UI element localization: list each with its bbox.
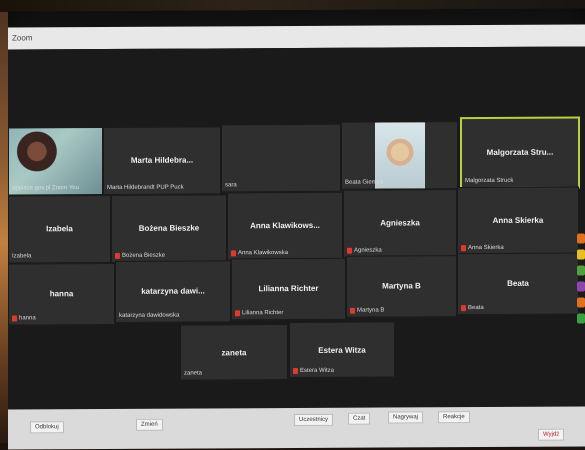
- participant-name: Beata: [507, 278, 529, 289]
- share-screen-button[interactable]: Zmień: [136, 418, 163, 431]
- participant-tile[interactable]: Martyna B Martyna B: [346, 255, 457, 318]
- monitor-screen: Zoom opplace.gov.pl Zoom You Marta Hilde…: [8, 8, 585, 450]
- app-icon[interactable]: [577, 297, 585, 308]
- participant-name: Anna Klawikows...: [250, 220, 320, 230]
- participant-name: Anna Skierka: [492, 215, 544, 225]
- app-icon[interactable]: [577, 313, 585, 324]
- muted-mic-icon: [12, 315, 17, 322]
- participant-name: Agnieszka: [380, 218, 420, 228]
- participant-name: Martyna B: [382, 281, 421, 291]
- muted-mic-icon: [231, 250, 236, 257]
- participant-label: Martyna B: [350, 308, 384, 314]
- participant-label: zaneta: [184, 370, 203, 377]
- muted-mic-icon: [293, 367, 298, 375]
- participant-tile[interactable]: Anna Skierka Anna Skierka: [457, 186, 579, 256]
- window-titlebar: Zoom: [8, 24, 585, 50]
- participant-tile[interactable]: Izabela Izabela: [8, 194, 111, 264]
- participant-tile-active[interactable]: Malgorzata Stru... Malgorzata Struck: [460, 116, 580, 190]
- chat-button[interactable]: Czat: [348, 412, 371, 425]
- participant-name: zaneta: [221, 347, 247, 358]
- participant-label: Izabela: [12, 253, 32, 260]
- participant-name: Malgorzata Stru...: [486, 147, 554, 157]
- participant-label: Anna Skierka: [461, 245, 504, 252]
- participant-label: Beata Giemza: [345, 179, 384, 186]
- participant-label: Lilianna Richter: [235, 310, 283, 317]
- participant-tile[interactable]: Estera Witza Estera Witza: [289, 321, 395, 379]
- muted-mic-icon: [461, 305, 466, 312]
- meeting-toolbar: Odblokuj Zmień Uczestnicy Czat Nagrywaj …: [8, 406, 585, 450]
- participant-tile[interactable]: hanna hanna: [8, 262, 115, 326]
- participant-tile[interactable]: Beata Beata: [457, 252, 579, 316]
- window-title: Zoom: [12, 33, 33, 43]
- app-icon[interactable]: [577, 249, 585, 260]
- participant-label: Estera Witza: [293, 367, 334, 375]
- participant-label: katarzyna dawidowska: [119, 312, 180, 319]
- participant-tile[interactable]: Marta Hildebra... Marta Hildebrandt PUP …: [103, 126, 221, 196]
- participant-tile[interactable]: sara: [221, 123, 341, 193]
- participant-tile[interactable]: Agnieszka Agnieszka: [343, 189, 457, 258]
- unmute-button[interactable]: Odblokuj: [30, 421, 64, 434]
- participant-tile[interactable]: opplace.gov.pl Zoom You: [8, 127, 103, 196]
- app-icon[interactable]: [577, 265, 585, 276]
- participant-label: opplace.gov.pl Zoom You: [12, 185, 79, 192]
- participant-label: Anna Klawikowska: [231, 250, 288, 257]
- app-icon[interactable]: [577, 233, 585, 244]
- participant-label: Marta Hildebrandt PUP Puck: [107, 184, 184, 191]
- muted-mic-icon: [350, 307, 355, 314]
- muted-mic-icon: [115, 252, 120, 259]
- participant-tile[interactable]: Lilianna Richter Lilianna Richter: [231, 257, 346, 321]
- app-icon[interactable]: [577, 281, 585, 292]
- participant-name: katarzyna dawi...: [141, 286, 205, 297]
- participant-tile[interactable]: Beata Giemza: [341, 121, 458, 190]
- participant-label: Malgorzata Struck: [465, 177, 514, 185]
- muted-mic-icon: [461, 245, 466, 252]
- participant-name: Estera Witza: [318, 345, 366, 355]
- participant-tile[interactable]: Bożena Bieszke Bożena Bieszke: [111, 194, 227, 263]
- participant-tile[interactable]: zaneta zaneta: [180, 324, 288, 381]
- participant-name: Izabela: [46, 223, 73, 234]
- participants-button[interactable]: Uczestnicy: [294, 413, 334, 427]
- participant-name: Marta Hildebra...: [130, 155, 194, 165]
- participant-label: Agnieszka: [347, 248, 382, 254]
- leave-button[interactable]: Wyjdź: [538, 428, 565, 441]
- participant-label: Bożena Bieszke: [115, 253, 165, 259]
- reactions-button[interactable]: Reakcje: [438, 411, 470, 424]
- side-app-icons: [577, 233, 585, 329]
- gallery-view: opplace.gov.pl Zoom You Marta Hildebra..…: [8, 46, 585, 410]
- participant-name: Bożena Bieszke: [138, 223, 200, 233]
- participant-name: Lilianna Richter: [258, 284, 319, 294]
- participant-label: Beata: [461, 305, 484, 312]
- record-button[interactable]: Nagrywaj: [388, 411, 424, 424]
- muted-mic-icon: [235, 310, 240, 317]
- participant-tile[interactable]: Anna Klawikows... Anna Klawikowska: [227, 191, 343, 261]
- participant-label: sara: [225, 182, 237, 189]
- participant-label: hanna: [12, 315, 36, 322]
- participant-tile[interactable]: katarzyna dawi... katarzyna dawidowska: [115, 260, 231, 323]
- muted-mic-icon: [347, 247, 352, 254]
- participant-name: hanna: [49, 289, 74, 299]
